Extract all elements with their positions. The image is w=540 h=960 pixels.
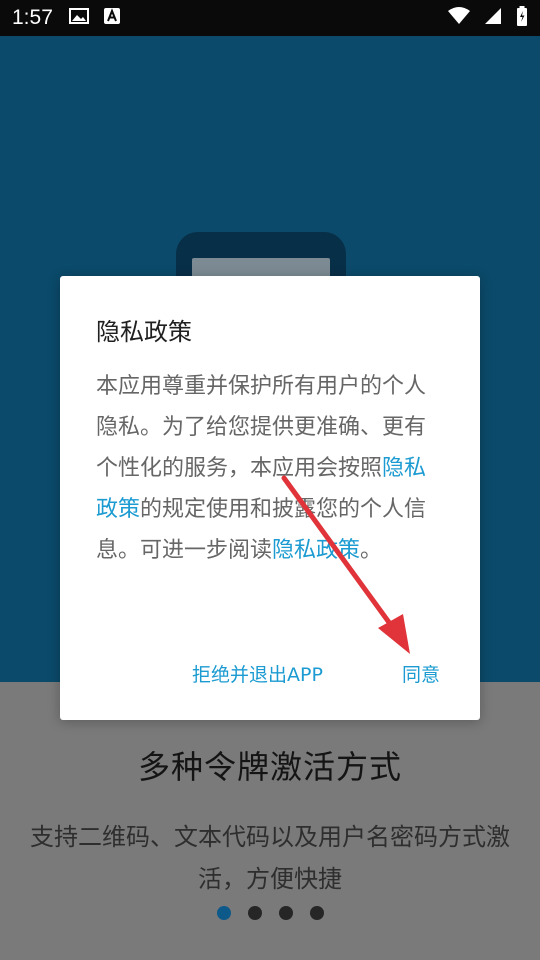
a-badge-icon: [103, 6, 121, 30]
page-dot[interactable]: [278, 906, 293, 920]
decline-exit-button[interactable]: 拒绝并退出APP: [192, 660, 323, 687]
privacy-dialog: 隐私政策 本应用尊重并保护所有用户的个人隐私。为了给您提供更准确、更有个性化的服…: [60, 276, 480, 720]
wifi-icon: [448, 6, 470, 30]
status-bar: 1:57: [0, 0, 540, 36]
battery-icon: [516, 5, 528, 31]
page-dot-active[interactable]: [216, 906, 231, 920]
dialog-title: 隐私政策: [96, 318, 192, 346]
dialog-body-text: 。: [360, 538, 383, 563]
dialog-body-text: 本应用尊重并保护所有用户的个人隐私。为了给您提供更准确、更有个性化的服务，本应用…: [96, 374, 427, 481]
image-icon: [68, 6, 89, 30]
page-dot[interactable]: [247, 906, 262, 920]
onboarding-description: 支持二维码、文本代码以及用户名密码方式激活，方便快捷: [30, 823, 510, 893]
onboarding-title: 多种令牌激活方式: [137, 748, 402, 786]
page-indicator: [0, 906, 540, 920]
status-right: [448, 5, 528, 31]
status-time: 1:57: [12, 6, 53, 29]
privacy-policy-link[interactable]: 隐私政策: [272, 538, 360, 563]
page-dot[interactable]: [309, 906, 324, 920]
dialog-body: 本应用尊重并保护所有用户的个人隐私。为了给您提供更准确、更有个性化的服务，本应用…: [96, 366, 446, 571]
signal-icon: [484, 6, 502, 30]
agree-button[interactable]: 同意: [402, 660, 440, 687]
